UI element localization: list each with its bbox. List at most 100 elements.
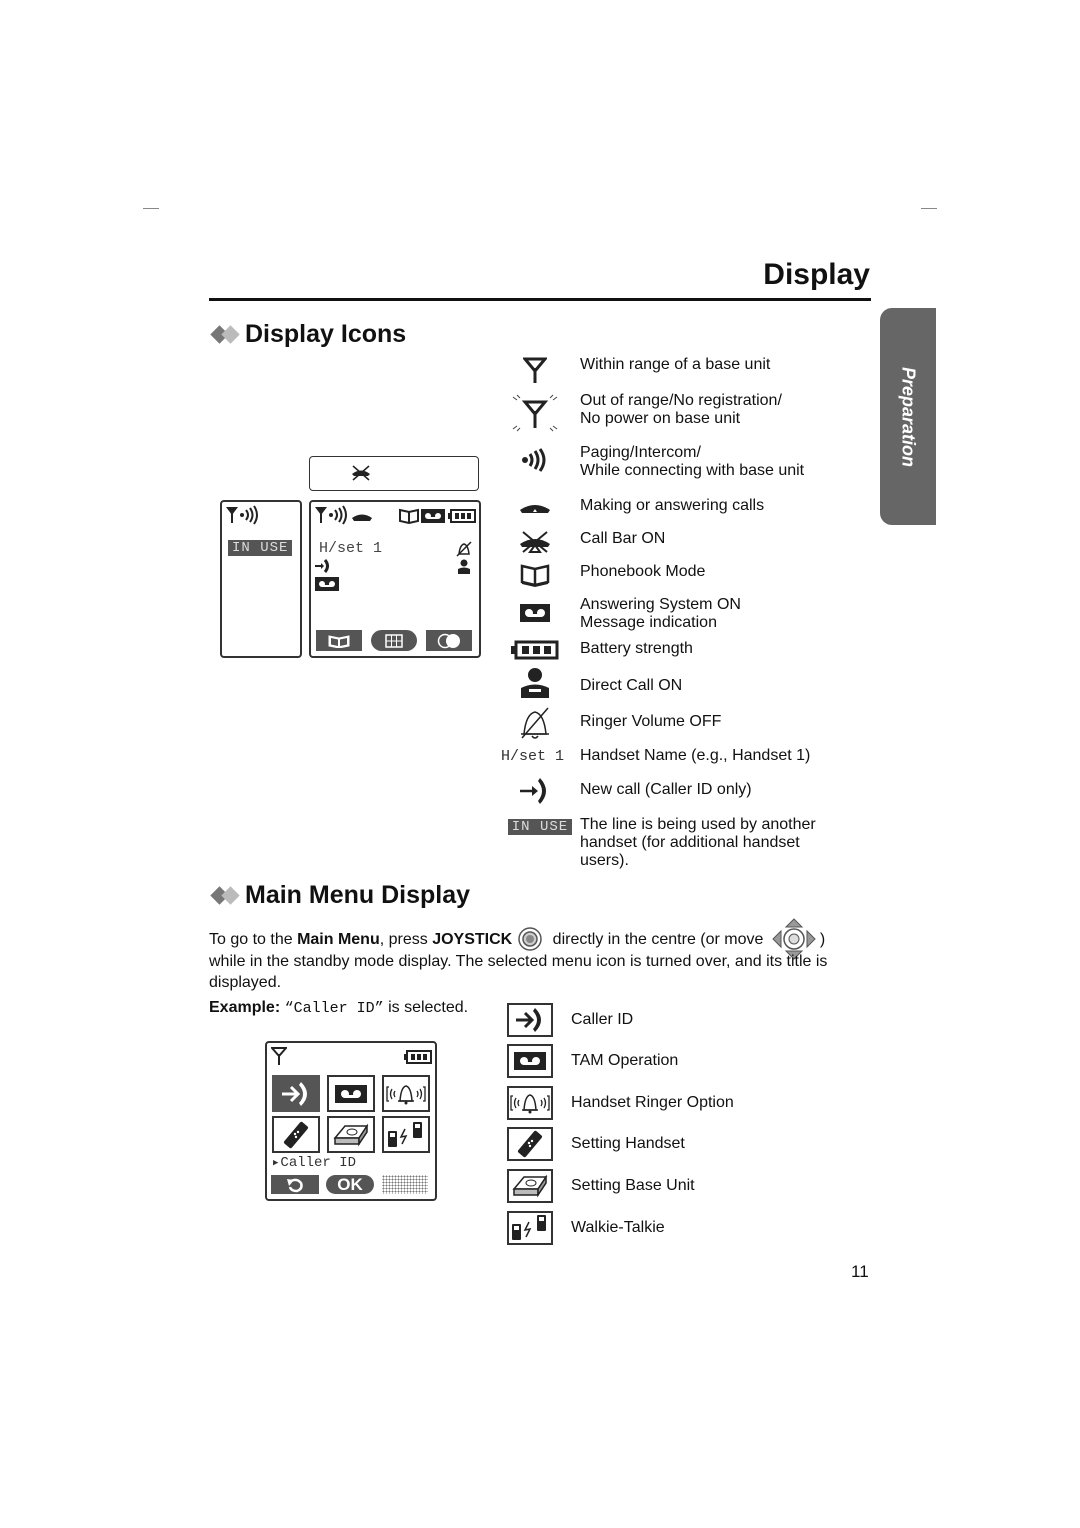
legend-row: IN USE The line is being used by another… bbox=[490, 816, 860, 870]
heading-text: Main Menu Display bbox=[245, 881, 471, 909]
legend-text: Call Bar ON bbox=[580, 530, 666, 547]
legend-row: New call (Caller ID only) bbox=[490, 776, 860, 806]
legend-text: New call (Caller ID only) bbox=[580, 781, 752, 798]
antenna-flashing-icon bbox=[512, 394, 558, 432]
caller-id-icon bbox=[282, 1081, 307, 1106]
callbar-display-box bbox=[309, 456, 479, 491]
handset-name-sample: H/set 1 bbox=[500, 748, 564, 765]
legend-text: Handset Name (e.g., Handset 1) bbox=[580, 747, 811, 764]
legend-text: Ringer Volume OFF bbox=[580, 713, 722, 730]
in-use-badge: IN USE bbox=[228, 540, 293, 556]
menu-icon-box bbox=[507, 1003, 553, 1037]
battery-icon bbox=[448, 509, 476, 523]
menu-cell-walkie-talkie[interactable] bbox=[382, 1116, 430, 1153]
menu-legend-row: Setting Handset bbox=[507, 1127, 685, 1161]
menu-icon-box bbox=[507, 1211, 553, 1245]
legend-row: Paging/Intercom/ While connecting with b… bbox=[490, 444, 860, 480]
menu-legend-row: Setting Base Unit bbox=[507, 1169, 695, 1203]
lcd-screen-left: IN USE bbox=[220, 500, 302, 658]
battery-icon bbox=[404, 1050, 432, 1064]
lcd-main-menu: ▶ Caller ID OK bbox=[265, 1041, 437, 1201]
walkie-talkie-icon bbox=[512, 1215, 546, 1240]
text: , press bbox=[379, 930, 433, 948]
menu-grid-icon bbox=[385, 633, 403, 648]
menu-icon-box bbox=[507, 1169, 553, 1203]
main-menu-term: Main Menu bbox=[297, 930, 380, 948]
menu-icon-box bbox=[507, 1086, 553, 1120]
lcd-screen-right: H/set 1 bbox=[309, 500, 481, 658]
menu-cell-setting-handset[interactable] bbox=[272, 1116, 320, 1153]
legend-row: H/set 1 Handset Name (e.g., Handset 1) bbox=[490, 747, 860, 765]
page-title: Display bbox=[763, 258, 870, 291]
pointer-icon: ▶ bbox=[273, 1158, 279, 1168]
menu-icon-box bbox=[507, 1127, 553, 1161]
menu-legend-label: Setting Base Unit bbox=[571, 1177, 695, 1194]
walkie-talkie-icon bbox=[388, 1121, 422, 1147]
section-heading-main-menu: Main Menu Display bbox=[209, 881, 470, 910]
antenna-icon bbox=[271, 1047, 287, 1065]
menu-legend-row: Walkie-Talkie bbox=[507, 1211, 665, 1245]
call-bar-icon bbox=[520, 531, 550, 553]
handset-icon bbox=[520, 505, 550, 513]
legend-row: Within range of a base unit bbox=[490, 356, 860, 384]
ringer-icon bbox=[386, 1084, 426, 1104]
title-rule bbox=[209, 298, 871, 301]
crop-mark bbox=[143, 208, 159, 209]
bell-off-icon bbox=[456, 541, 472, 557]
legend-text: The line is being used by another handse… bbox=[580, 816, 816, 869]
menu-legend-row: Caller ID bbox=[507, 1003, 633, 1037]
handset-icon bbox=[352, 514, 372, 521]
bell-off-icon bbox=[521, 707, 549, 739]
menu-cell-setting-base[interactable] bbox=[327, 1116, 375, 1153]
person-icon bbox=[458, 559, 470, 574]
joystick-center-icon bbox=[518, 927, 542, 951]
softkey-ok[interactable]: OK bbox=[326, 1175, 374, 1194]
side-tab-preparation: Preparation bbox=[880, 308, 936, 525]
softkey-back[interactable] bbox=[271, 1175, 319, 1194]
menu-cell-caller-id-selected[interactable] bbox=[272, 1075, 320, 1112]
phonebook-icon bbox=[399, 508, 419, 524]
legend-text: Within range of a base unit bbox=[580, 356, 771, 373]
signal-waves-icon bbox=[522, 448, 546, 472]
menu-icon-box bbox=[507, 1044, 553, 1078]
legend-row: Ringer Volume OFF bbox=[490, 706, 860, 740]
legend-row: Phonebook Mode bbox=[490, 563, 860, 587]
softkey-menu[interactable] bbox=[371, 630, 417, 651]
menu-legend-label: Setting Handset bbox=[571, 1135, 685, 1152]
heading-text: Display Icons bbox=[245, 320, 407, 348]
menu-cell-tam[interactable] bbox=[327, 1075, 375, 1112]
example-value: “Caller ID” bbox=[284, 1000, 384, 1017]
legend-text: Direct Call ON bbox=[580, 677, 683, 694]
battery-icon bbox=[511, 640, 559, 660]
tam-icon bbox=[335, 1084, 367, 1103]
handset-setting-icon bbox=[517, 1130, 543, 1158]
phonebook-icon bbox=[328, 634, 350, 648]
diamond-icon bbox=[221, 325, 240, 344]
section-heading-display-icons: Display Icons bbox=[209, 320, 406, 349]
handset-name: H/set 1 bbox=[319, 540, 383, 557]
legend-text: Phonebook Mode bbox=[580, 563, 706, 580]
dotted-pattern bbox=[382, 1175, 428, 1194]
new-call-icon bbox=[520, 778, 546, 804]
legend-text: Battery strength bbox=[580, 640, 693, 657]
crop-mark bbox=[921, 208, 937, 209]
menu-cell-ringer[interactable] bbox=[382, 1075, 430, 1112]
antenna-signal-icon bbox=[226, 505, 258, 525]
in-use-badge: IN USE bbox=[507, 819, 573, 835]
softkey-phonebook[interactable] bbox=[316, 630, 362, 651]
legend-text: Paging/Intercom/ While connecting with b… bbox=[580, 444, 805, 479]
text: To go to the bbox=[209, 930, 298, 948]
tape-icon bbox=[520, 604, 550, 622]
legend-row: Making or answering calls bbox=[490, 497, 860, 515]
menu-legend-label: Caller ID bbox=[571, 1011, 634, 1028]
legend-row: Battery strength bbox=[490, 640, 860, 660]
softkey-tam[interactable] bbox=[426, 630, 472, 651]
caller-id-icon bbox=[516, 1008, 541, 1032]
menu-legend-label: TAM Operation bbox=[571, 1052, 679, 1069]
example-caption: Example: “Caller ID” is selected. bbox=[209, 997, 468, 1019]
text: ) bbox=[819, 930, 826, 948]
page-number: 11 bbox=[851, 1262, 869, 1281]
tam-circles-icon bbox=[437, 633, 460, 648]
example-label: Example: bbox=[209, 999, 281, 1016]
selected-menu-title: ▶ Caller ID bbox=[273, 1155, 356, 1171]
